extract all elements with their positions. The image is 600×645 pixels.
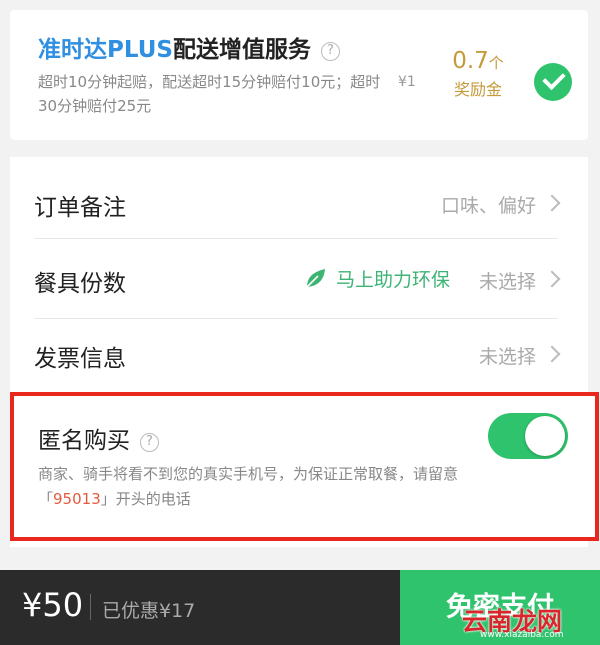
chevron-right-icon	[543, 345, 561, 363]
row-value: 未选择	[478, 346, 536, 368]
reward-value: 0.7	[452, 48, 489, 74]
anonymous-purchase-section: 匿名购买? 商家、骑手将看不到您的真实手机号，为保证正常取餐，请留意「95013…	[10, 392, 599, 541]
row-value: 口味、偏好	[440, 195, 536, 217]
help-icon[interactable]: ?	[140, 433, 159, 452]
plus-service-card[interactable]: 准时达PLUS配送增值服务? 超时10分钟起赔，配送超时15分钟赔付10元；超时…	[10, 10, 588, 140]
row-label: 餐具份数	[34, 271, 126, 297]
reward-unit: 个	[488, 54, 504, 72]
row-tableware-count[interactable]: 餐具份数 马上助力环保 未选择	[10, 241, 588, 318]
anonymous-purchase-title: 匿名购买?	[38, 421, 159, 455]
chevron-right-icon	[543, 270, 561, 288]
row-value: 未选择	[478, 271, 536, 293]
toggle-knob	[525, 416, 565, 456]
eco-tag[interactable]: 马上助力环保	[304, 265, 450, 292]
eco-tag-label: 马上助力环保	[336, 269, 451, 291]
chevron-right-icon	[543, 194, 561, 212]
row-invoice-info[interactable]: 发票信息 未选择	[10, 316, 588, 393]
anonymous-purchase-toggle[interactable]	[488, 413, 568, 459]
desc-part-2: 」开头的电话	[100, 490, 191, 508]
row-label: 订单备注	[34, 195, 126, 221]
plus-service-description: 超时10分钟起赔，配送超时15分钟赔付10元；超时30分钟赔付25元	[38, 73, 381, 115]
total-price: ¥50	[22, 586, 84, 624]
reward-info: 0.7个 奖励金	[440, 48, 516, 100]
divider	[90, 594, 91, 620]
plus-brand: 准时达PLUS	[38, 37, 173, 63]
divider	[34, 238, 558, 239]
anonymous-purchase-description: 商家、骑手将看不到您的真实手机号，为保证正常取餐，请留意「95013」开头的电话	[38, 462, 508, 512]
plus-service-price: ¥1	[398, 74, 416, 90]
leaf-icon	[306, 269, 325, 288]
anonymous-purchase-label: 匿名购买	[38, 428, 130, 454]
reward-label: 奖励金	[453, 80, 502, 99]
discount-amount: 已优惠¥17	[102, 600, 196, 622]
row-label: 发票信息	[34, 346, 126, 372]
plus-title-text: 配送增值服务	[172, 37, 311, 63]
help-icon[interactable]: ?	[320, 42, 340, 61]
check-circle-icon[interactable]	[534, 63, 572, 101]
plus-service-title: 准时达PLUS配送增值服务?	[38, 30, 340, 64]
row-order-note[interactable]: 订单备注 口味、偏好	[10, 165, 588, 242]
phone-prefix: 95013	[53, 490, 101, 508]
watermark-url: www.xiazaiba.com	[480, 630, 564, 640]
